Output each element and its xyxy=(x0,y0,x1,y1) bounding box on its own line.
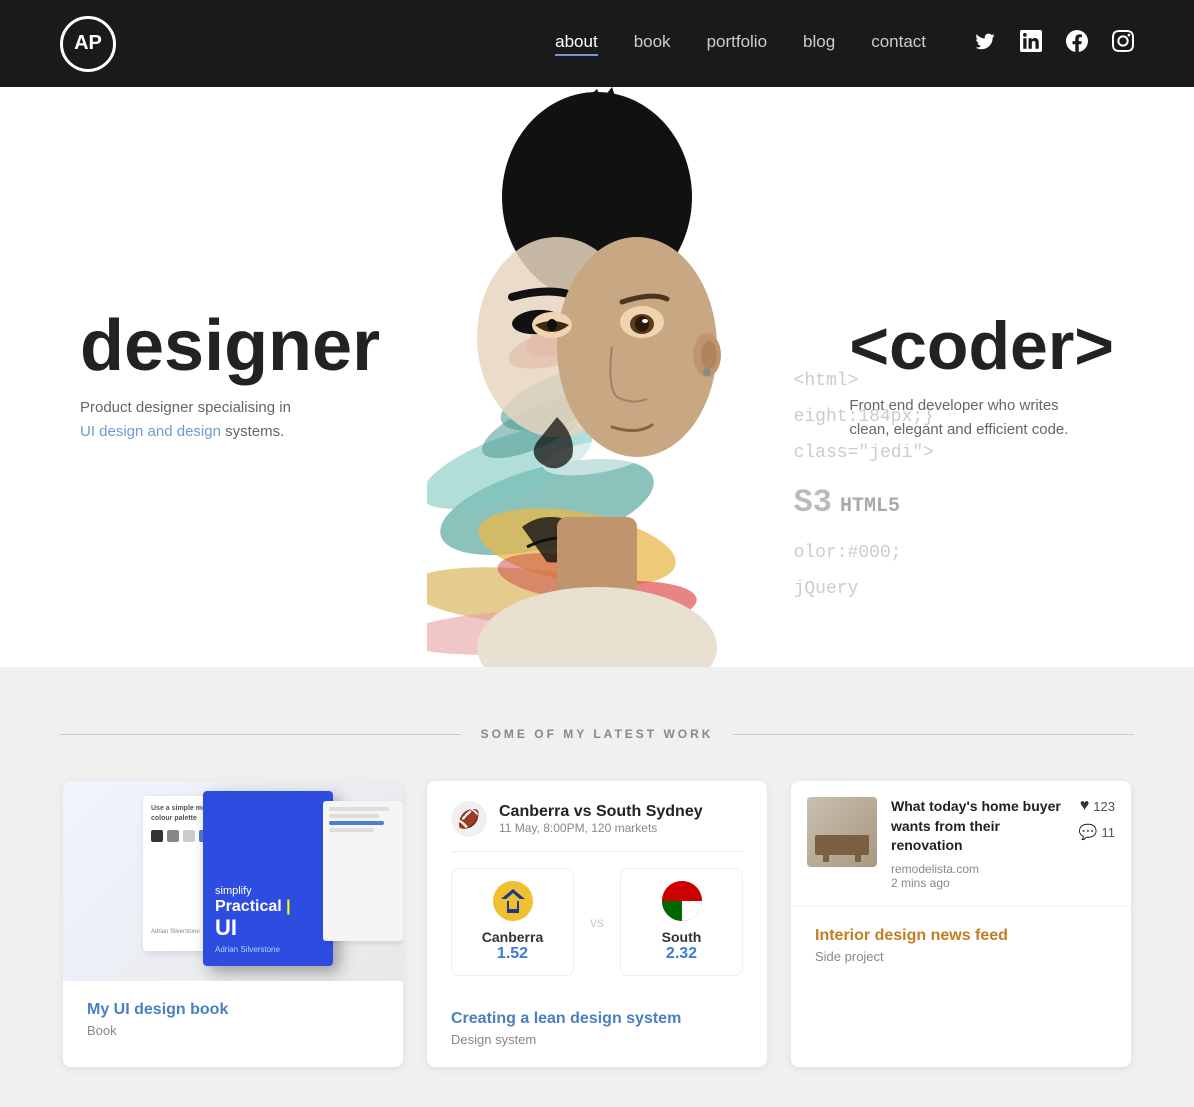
work-section: SOME OF MY LATEST WORK Use a simple mono… xyxy=(0,667,1194,1107)
hero-center-image xyxy=(427,87,767,667)
team2-score: 2.32 xyxy=(641,945,722,963)
hero-section: designer Product designer specialising i… xyxy=(0,87,1194,667)
sports-icon: 🏈 xyxy=(451,801,487,837)
hero-left: designer Product designer specialising i… xyxy=(80,310,380,444)
book-card-title: My UI design book xyxy=(87,1001,379,1019)
card-sports[interactable]: 🏈 Canberra vs South Sydney 11 May, 8:00P… xyxy=(427,781,767,1067)
sports-card-title: Creating a lean design system xyxy=(451,1010,743,1028)
news-comments: 💬 11 xyxy=(1079,823,1115,841)
twitter-icon[interactable] xyxy=(974,30,996,58)
card-news[interactable]: What today's home buyer wants from their… xyxy=(791,781,1131,1067)
main-nav: about book portfolio blog contact xyxy=(555,32,926,56)
vs-divider: vs xyxy=(590,914,604,930)
nav-book[interactable]: book xyxy=(634,32,671,56)
sports-teams: Canberra 1.52 vs xyxy=(451,868,743,976)
hero-right: <coder> Front end developer who writes c… xyxy=(849,312,1114,442)
header: AP about book portfolio blog contact xyxy=(0,0,1194,87)
linkedin-icon[interactable] xyxy=(1020,30,1042,58)
book-card-image: Use a simple mono colour palette Adrian … xyxy=(63,781,403,981)
team1-name: Canberra xyxy=(472,929,553,945)
social-icons xyxy=(974,30,1134,58)
comments-count: 11 xyxy=(1102,825,1116,840)
book-card-body: My UI design book Book xyxy=(63,981,403,1058)
coder-title: <coder> xyxy=(849,312,1114,380)
news-content: What today's home buyer wants from their… xyxy=(891,797,1065,890)
section-title: SOME OF MY LATEST WORK xyxy=(481,727,714,741)
news-stats: ♥ 123 💬 11 xyxy=(1079,797,1115,841)
likes-count: 123 xyxy=(1093,799,1115,814)
book-card-subtitle: Book xyxy=(87,1023,379,1038)
news-card-subtitle: Side project xyxy=(815,949,1107,964)
nav-about[interactable]: about xyxy=(555,32,598,56)
sports-card-subtitle: Design system xyxy=(451,1032,743,1047)
section-title-container: SOME OF MY LATEST WORK xyxy=(60,727,1134,741)
card-book[interactable]: Use a simple mono colour palette Adrian … xyxy=(63,781,403,1067)
facebook-icon[interactable] xyxy=(1066,30,1088,58)
logo[interactable]: AP xyxy=(60,16,116,72)
sports-card-content: 🏈 Canberra vs South Sydney 11 May, 8:00P… xyxy=(427,781,767,996)
news-item: What today's home buyer wants from their… xyxy=(791,781,1131,907)
heart-icon: ♥ xyxy=(1080,797,1090,815)
news-time: 2 mins ago xyxy=(891,876,1065,890)
nav-portfolio[interactable]: portfolio xyxy=(707,32,767,56)
nav-contact[interactable]: contact xyxy=(871,32,926,56)
news-title: What today's home buyer wants from their… xyxy=(891,797,1065,856)
sports-header: 🏈 Canberra vs South Sydney 11 May, 8:00P… xyxy=(451,801,743,852)
news-card-body: Interior design news feed Side project xyxy=(791,907,1131,984)
match-info: 11 May, 8:00PM, 120 markets xyxy=(499,821,703,835)
designer-desc: Product designer specialising in UI desi… xyxy=(80,396,300,444)
designer-title: designer xyxy=(80,310,380,382)
team-canberra-card[interactable]: Canberra 1.52 xyxy=(451,868,574,976)
comment-icon: 💬 xyxy=(1079,823,1098,841)
news-source: remodelista.com xyxy=(891,862,1065,876)
instagram-icon[interactable] xyxy=(1112,30,1134,58)
team1-score: 1.52 xyxy=(472,945,553,963)
coder-desc: Front end developer who writes clean, el… xyxy=(849,394,1089,442)
news-card-content: What today's home buyer wants from their… xyxy=(791,781,1131,907)
news-card-title: Interior design news feed xyxy=(815,927,1107,945)
match-title: Canberra vs South Sydney xyxy=(499,803,703,821)
nav-blog[interactable]: blog xyxy=(803,32,835,56)
team2-name: South xyxy=(641,929,722,945)
sports-card-body: Creating a lean design system Design sys… xyxy=(427,996,767,1067)
news-thumbnail xyxy=(807,797,877,867)
cards-row: Use a simple mono colour palette Adrian … xyxy=(60,781,1134,1067)
news-likes: ♥ 123 xyxy=(1080,797,1115,815)
team-south-card[interactable]: South 2.32 xyxy=(620,868,743,976)
